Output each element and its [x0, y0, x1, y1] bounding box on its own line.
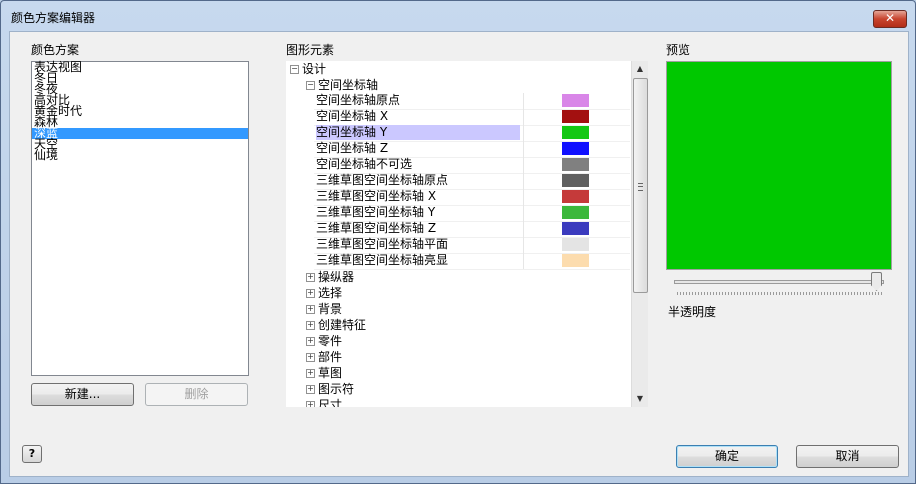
scroll-down-icon[interactable]: ▼ — [632, 391, 648, 407]
expand-icon[interactable]: + — [306, 337, 315, 346]
graphic-elements-label: 图形元素 — [286, 43, 335, 57]
table-row[interactable]: 空间坐标轴 Y — [314, 125, 630, 142]
table-row[interactable]: 三维草图空间坐标轴 X — [314, 189, 630, 206]
table-row[interactable]: 空间坐标轴 Z — [314, 141, 630, 158]
color-scheme-list[interactable]: 表达视图 冬日 冬夜 高对比 黄金时代 森林 深蓝 天空 仙境 — [31, 61, 249, 376]
transparency-label: 半透明度 — [668, 305, 717, 319]
tree-node-label: 背景 — [318, 302, 343, 316]
table-row[interactable]: 三维草图空间坐标轴 Z — [314, 221, 630, 238]
column-divider — [523, 205, 524, 221]
slider-ticks — [677, 292, 882, 295]
tree-node-label: 创建特征 — [318, 318, 367, 332]
table-row[interactable]: 空间坐标轴 X — [314, 109, 630, 126]
list-item[interactable]: 黄金时代 — [32, 105, 248, 117]
table-row[interactable]: 三维草图空间坐标轴原点 — [314, 173, 630, 190]
color-scheme-label: 颜色方案 — [31, 43, 80, 57]
grip-icon — [638, 183, 643, 191]
column-divider — [523, 141, 524, 157]
ok-button[interactable]: 确定 — [676, 445, 778, 468]
column-divider — [523, 253, 524, 269]
color-scheme-editor-dialog: 颜色方案编辑器 ✕ 颜色方案 表达视图 冬日 冬夜 高对比 黄金时代 森林 深蓝 天空 仙境 新… — [0, 0, 916, 484]
cancel-button[interactable]: 取消 — [796, 445, 899, 468]
expand-icon[interactable]: + — [306, 385, 315, 394]
scroll-up-icon[interactable]: ▲ — [632, 61, 648, 77]
table-row[interactable]: 空间坐标轴原点 — [314, 93, 630, 110]
color-swatch[interactable] — [562, 126, 589, 139]
tree-node-label: 零件 — [318, 334, 343, 348]
dialog-client-area: 颜色方案 表达视图 冬日 冬夜 高对比 黄金时代 森林 深蓝 天空 仙境 新建... 删除 图形… — [9, 31, 909, 477]
tree-node-label: 尺寸 — [318, 398, 343, 407]
tree-node-label: 操纵器 — [318, 270, 355, 284]
list-item[interactable]: 森林 — [32, 116, 248, 128]
delete-scheme-button[interactable]: 删除 — [145, 383, 248, 406]
transparency-slider-track[interactable] — [674, 280, 884, 284]
color-swatch[interactable] — [562, 206, 589, 219]
window-title: 颜色方案编辑器 — [11, 11, 96, 25]
scroll-thumb[interactable] — [633, 78, 648, 293]
column-divider — [523, 221, 524, 237]
title-bar[interactable]: 颜色方案编辑器 ✕ — [1, 1, 915, 31]
list-item[interactable]: 表达视图 — [32, 61, 248, 73]
element-name: 空间坐标轴 X — [316, 109, 389, 123]
expand-icon[interactable]: + — [306, 401, 315, 407]
color-swatch[interactable] — [562, 254, 589, 267]
list-item[interactable]: 仙境 — [32, 149, 248, 161]
transparency-slider-thumb[interactable] — [871, 272, 882, 291]
color-swatch[interactable] — [562, 190, 589, 203]
expand-icon[interactable]: + — [306, 289, 315, 298]
close-button[interactable]: ✕ — [873, 10, 907, 28]
tree-node-label: 空间坐标轴 — [318, 78, 379, 92]
color-swatch[interactable] — [562, 142, 589, 155]
element-name: 三维草图空间坐标轴原点 — [316, 173, 449, 187]
element-name: 三维草图空间坐标轴 X — [316, 189, 437, 203]
graphic-elements-tree[interactable]: − 设计 − 空间坐标轴 空间坐标轴原点 空间坐标轴 X 空间坐标轴 Y 空间坐标轴 … — [286, 61, 631, 407]
color-swatch[interactable] — [562, 94, 589, 107]
collapse-icon[interactable]: − — [290, 65, 299, 74]
tree-node-label: 部件 — [318, 350, 343, 364]
help-icon[interactable]: ? — [22, 445, 42, 463]
color-swatch[interactable] — [562, 238, 589, 251]
tree-node-label: 草图 — [318, 366, 343, 380]
list-item[interactable]: 冬日 — [32, 72, 248, 84]
expand-icon[interactable]: + — [306, 353, 315, 362]
column-divider — [523, 237, 524, 253]
table-row[interactable]: 三维草图空间坐标轴平面 — [314, 237, 630, 254]
tree-node-label: 图示符 — [318, 382, 355, 396]
tree-scrollbar[interactable]: ▲ ▼ — [631, 61, 648, 407]
column-divider — [523, 173, 524, 189]
column-divider — [523, 109, 524, 125]
color-swatch[interactable] — [562, 222, 589, 235]
element-name: 三维草图空间坐标轴亮显 — [316, 253, 449, 267]
expand-icon[interactable]: + — [306, 369, 315, 378]
tree-node-label: 选择 — [318, 286, 343, 300]
element-name: 空间坐标轴不可选 — [316, 157, 413, 171]
element-name: 三维草图空间坐标轴 Z — [316, 221, 437, 235]
table-row[interactable]: 三维草图空间坐标轴亮显 — [314, 253, 630, 270]
expand-icon[interactable]: + — [306, 305, 315, 314]
tree-node-label: 设计 — [302, 62, 327, 76]
table-row[interactable]: 三维草图空间坐标轴 Y — [314, 205, 630, 222]
column-divider — [523, 189, 524, 205]
element-name: 空间坐标轴 Y — [316, 125, 520, 140]
expand-icon[interactable]: + — [306, 321, 315, 330]
element-name: 三维草图空间坐标轴平面 — [316, 237, 449, 251]
collapse-icon[interactable]: − — [306, 81, 315, 90]
preview-label: 预览 — [666, 43, 691, 57]
table-row[interactable]: 空间坐标轴不可选 — [314, 157, 630, 174]
element-name: 空间坐标轴 Z — [316, 141, 389, 155]
list-item[interactable]: 深蓝 — [32, 127, 248, 139]
color-swatch[interactable] — [562, 174, 589, 187]
column-divider — [523, 125, 524, 141]
color-swatch[interactable] — [562, 110, 589, 123]
new-scheme-button[interactable]: 新建... — [31, 383, 134, 406]
list-item[interactable]: 天空 — [32, 138, 248, 150]
column-divider — [523, 157, 524, 173]
element-name: 三维草图空间坐标轴 Y — [316, 205, 436, 219]
preview-swatch — [666, 61, 892, 270]
expand-icon[interactable]: + — [306, 273, 315, 282]
element-name: 空间坐标轴原点 — [316, 93, 401, 107]
column-divider — [523, 93, 524, 109]
color-swatch[interactable] — [562, 158, 589, 171]
